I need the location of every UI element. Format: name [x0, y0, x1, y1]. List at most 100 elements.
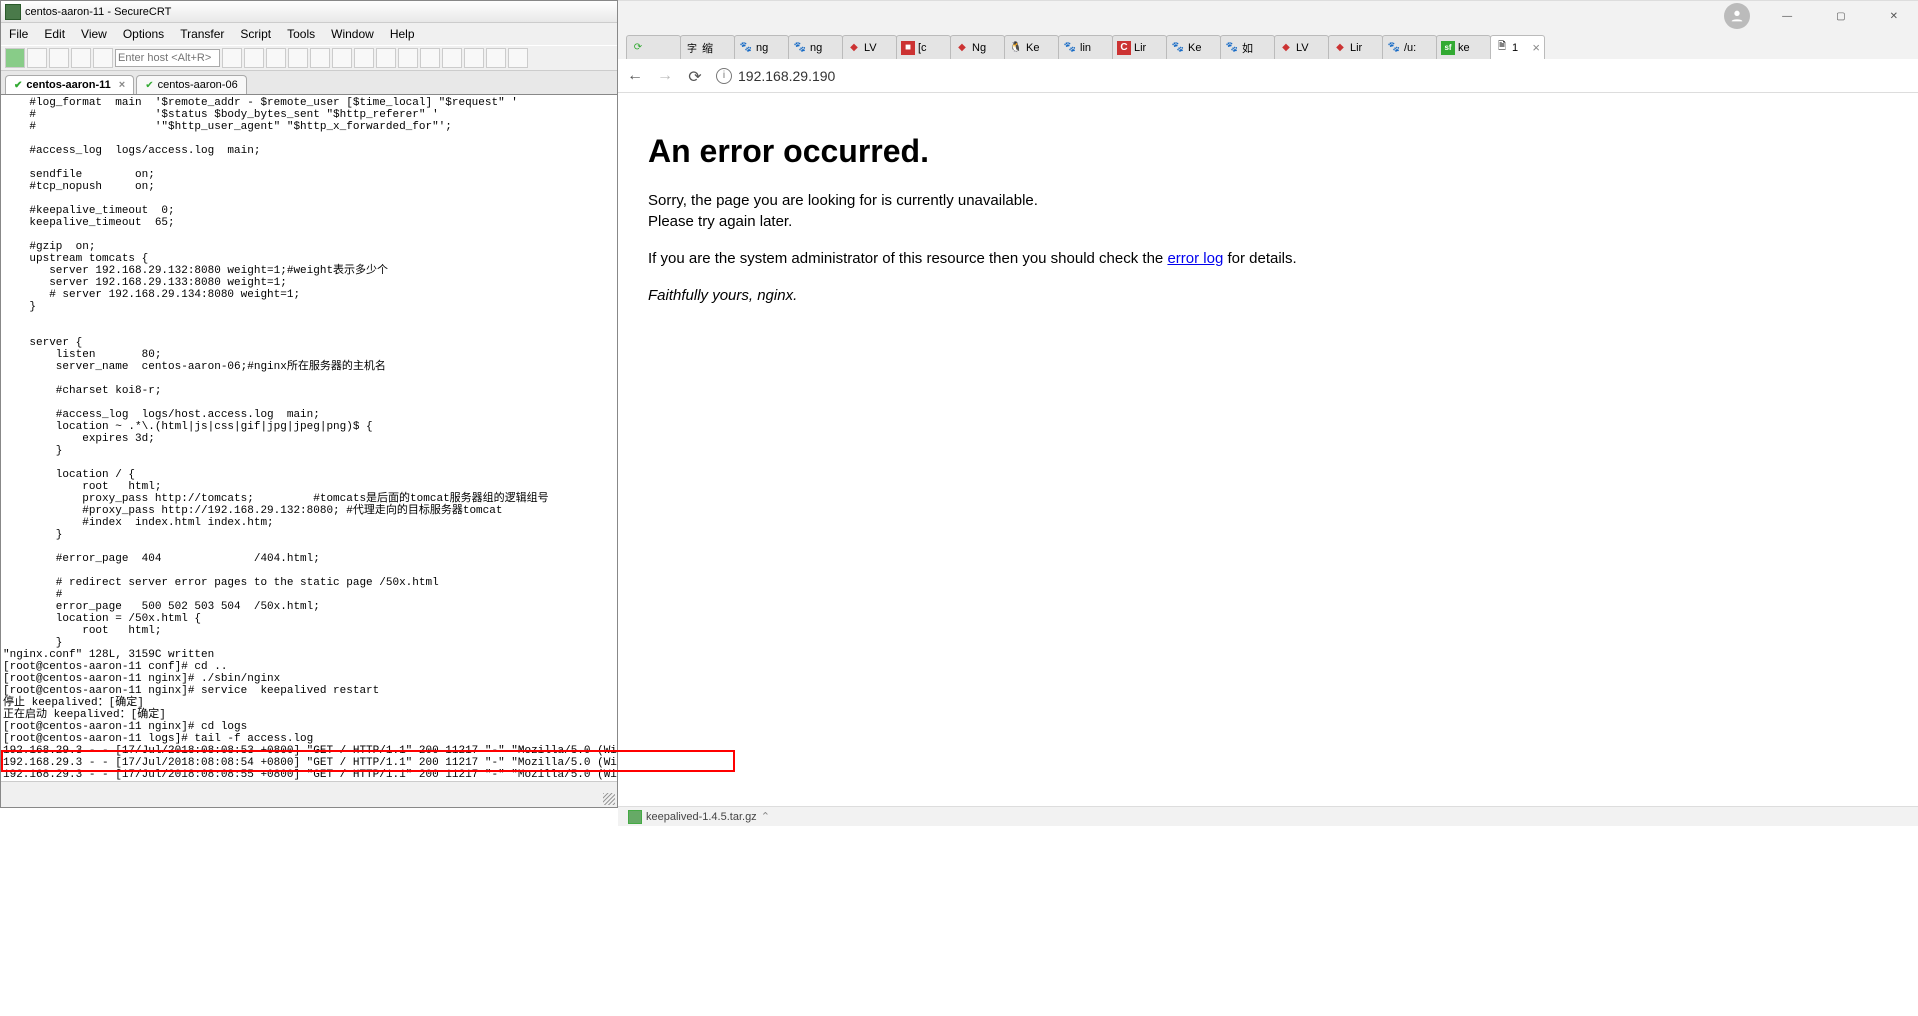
chrome-tab[interactable]: 🐾Ke [1166, 35, 1221, 59]
chrome-tabstrip: ⟳ 字缩 🐾ng 🐾ng ◆LV ■[c ◆Ng 🐧Ke 🐾lin CLir 🐾… [618, 31, 1918, 59]
close-icon[interactable]: ✕ [1878, 7, 1910, 26]
crt-titlebar[interactable]: centos-aaron-11 - SecureCRT [1, 1, 617, 23]
log-icon[interactable] [93, 48, 113, 68]
chevron-icon[interactable]: ⌃ [761, 810, 770, 823]
reload-icon[interactable]: ⟳ [686, 67, 704, 85]
tux-favicon: 🐧 [1009, 41, 1023, 55]
chrome-tab[interactable]: 🐾lin [1058, 35, 1113, 59]
signoff: Faithfully yours, nginx. [648, 285, 1888, 306]
chrome-tab[interactable]: ◆LV [842, 35, 897, 59]
url-text: 192.168.29.190 [738, 68, 835, 84]
host-input[interactable] [115, 49, 220, 67]
chrome-window: — ▢ ✕ ⟳ 字缩 🐾ng 🐾ng ◆LV ■[c ◆Ng 🐧Ke 🐾lin … [618, 0, 1918, 808]
chrome-tab[interactable]: ■[c [896, 35, 951, 59]
red-favicon: ■ [901, 41, 915, 55]
csdn-favicon: ◆ [1333, 41, 1347, 55]
chrome-tab-active[interactable]: 🗎1× [1490, 35, 1545, 59]
chrome-tab[interactable]: ◆LV [1274, 35, 1329, 59]
crt-tab-1[interactable]: ✔ centos-aaron-11 × [5, 75, 134, 94]
red-c-favicon: C [1117, 41, 1131, 55]
disconnect-icon[interactable] [71, 48, 91, 68]
forward-icon[interactable]: → [656, 67, 674, 85]
menu-options[interactable]: Options [123, 27, 164, 41]
crt-statusbar [1, 781, 617, 807]
back-icon[interactable]: ← [626, 67, 644, 85]
tab-label: centos-aaron-11 [26, 79, 110, 91]
check-icon: ✔ [14, 80, 22, 91]
error-log-link[interactable]: error log [1167, 250, 1223, 267]
error-message: Sorry, the page you are looking for is c… [648, 190, 1888, 232]
menu-file[interactable]: File [9, 27, 28, 41]
close-tab-icon[interactable]: × [119, 79, 125, 91]
tool-icon-9[interactable] [442, 48, 462, 68]
csdn-favicon: ◆ [847, 41, 861, 55]
avatar-icon[interactable] [1724, 3, 1750, 29]
baidu-favicon: 🐾 [739, 41, 753, 55]
menu-transfer[interactable]: Transfer [180, 27, 224, 41]
reconnect-icon[interactable] [49, 48, 69, 68]
tool-icon-6[interactable] [354, 48, 374, 68]
minimize-icon[interactable]: — [1770, 7, 1804, 26]
chrome-tab[interactable]: 🐾ng [734, 35, 789, 59]
chrome-sysbar: — ▢ ✕ [618, 1, 1918, 31]
page-favicon: 🗎 [1495, 41, 1509, 55]
menu-script[interactable]: Script [240, 27, 271, 41]
page-content: An error occurred. Sorry, the page you a… [618, 93, 1918, 362]
csdn-favicon: ◆ [955, 41, 969, 55]
app-icon [5, 4, 21, 20]
chrome-tab[interactable]: 🐧Ke [1004, 35, 1059, 59]
csdn-favicon: ◆ [1279, 41, 1293, 55]
sf-favicon: sf [1441, 41, 1455, 55]
tool-icon-4[interactable] [288, 48, 308, 68]
menu-tools[interactable]: Tools [287, 27, 315, 41]
reload-favicon: ⟳ [631, 41, 645, 55]
tool-icon-8[interactable] [398, 48, 418, 68]
tool-icon-5[interactable] [310, 48, 330, 68]
crt-tab-2[interactable]: ✔ centos-aaron-06 [136, 75, 247, 94]
menu-view[interactable]: View [81, 27, 107, 41]
chrome-tab[interactable]: ◆Ng [950, 35, 1005, 59]
chrome-tab[interactable]: ⟳ [626, 35, 681, 59]
quick-icon[interactable] [27, 48, 47, 68]
crt-menubar[interactable]: File Edit View Options Transfer Script T… [1, 23, 617, 45]
chrome-tab[interactable]: ◆Lir [1328, 35, 1383, 59]
menu-help[interactable]: Help [390, 27, 415, 41]
address-bar[interactable]: i 192.168.29.190 [716, 68, 1910, 84]
chrome-navbar: ← → ⟳ i 192.168.29.190 [618, 59, 1918, 93]
download-filename: keepalived-1.4.5.tar.gz [646, 811, 757, 823]
connect-icon[interactable] [5, 48, 25, 68]
chrome-tab[interactable]: 字缩 [680, 35, 735, 59]
key-icon[interactable] [464, 48, 484, 68]
chrome-tab[interactable]: sfke [1436, 35, 1491, 59]
settings-icon[interactable] [420, 48, 440, 68]
tool-icon-10[interactable] [508, 48, 528, 68]
tool-icon-7[interactable] [376, 48, 396, 68]
baidu-favicon: 🐾 [1387, 41, 1401, 55]
menu-window[interactable]: Window [331, 27, 374, 41]
text-favicon: 字 [685, 41, 699, 55]
help-icon[interactable] [486, 48, 506, 68]
tab-label: centos-aaron-06 [158, 79, 238, 91]
chrome-tab[interactable]: 🐾如 [1220, 35, 1275, 59]
resize-handle-icon[interactable] [603, 793, 615, 805]
tool-icon-3[interactable] [266, 48, 286, 68]
baidu-favicon: 🐾 [1063, 41, 1077, 55]
info-icon[interactable]: i [716, 68, 732, 84]
chrome-tab[interactable]: 🐾ng [788, 35, 843, 59]
chrome-tab[interactable]: 🐾/u: [1382, 35, 1437, 59]
close-tab-icon[interactable]: × [1532, 40, 1540, 55]
securecrt-window: centos-aaron-11 - SecureCRT File Edit Vi… [0, 0, 618, 808]
tool-icon-1[interactable] [222, 48, 242, 68]
download-item[interactable]: keepalived-1.4.5.tar.gz ⌃ [628, 810, 770, 824]
check-icon: ✔ [145, 80, 153, 91]
download-bar: keepalived-1.4.5.tar.gz ⌃ [618, 806, 1918, 826]
tool-icon-2[interactable] [244, 48, 264, 68]
admin-message: If you are the system administrator of t… [648, 248, 1888, 269]
baidu-favicon: 🐾 [793, 41, 807, 55]
print-icon[interactable] [332, 48, 352, 68]
baidu-favicon: 🐾 [1225, 41, 1239, 55]
chrome-tab[interactable]: CLir [1112, 35, 1167, 59]
terminal[interactable]: #log_format main '$remote_addr - $remote… [1, 95, 617, 785]
menu-edit[interactable]: Edit [44, 27, 65, 41]
maximize-icon[interactable]: ▢ [1824, 7, 1857, 26]
